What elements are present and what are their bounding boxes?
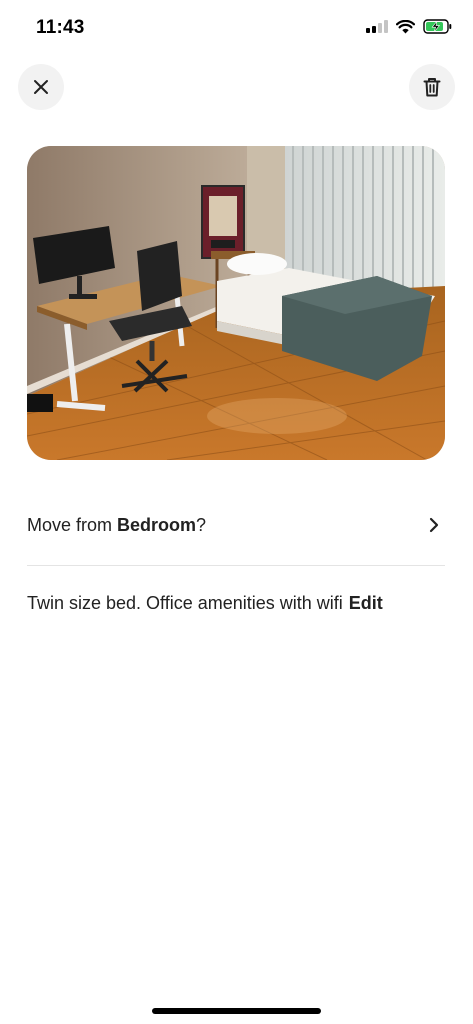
wifi-icon	[396, 19, 415, 33]
move-room-suffix: ?	[196, 514, 207, 535]
move-room-prefix: Move from	[27, 514, 118, 535]
home-indicator[interactable]	[152, 1008, 321, 1014]
move-room-name: Bedroom	[117, 514, 197, 535]
chevron-right-icon	[429, 517, 439, 533]
trash-icon	[423, 78, 441, 97]
battery-charging-icon	[423, 19, 452, 34]
edit-caption-button[interactable]: Edit	[349, 593, 383, 613]
photo-caption-row: Twin size bed. Office amenities with wif…	[27, 593, 457, 614]
move-room-text: Move from Bedroom?	[27, 515, 206, 536]
delete-photo-button[interactable]	[409, 64, 455, 110]
photo-caption: Twin size bed. Office amenities with wif…	[27, 593, 343, 613]
bedroom-photo[interactable]	[27, 146, 445, 460]
close-icon	[34, 80, 48, 94]
cellular-signal-icon	[366, 20, 388, 33]
close-button[interactable]	[18, 64, 64, 110]
move-room-row[interactable]: Move from Bedroom?	[27, 500, 445, 550]
status-icons	[366, 19, 453, 34]
status-bar: 11:43	[0, 0, 473, 56]
divider	[27, 565, 445, 566]
status-time: 11:43	[36, 17, 85, 38]
bedroom-photo-illustration	[27, 146, 445, 460]
